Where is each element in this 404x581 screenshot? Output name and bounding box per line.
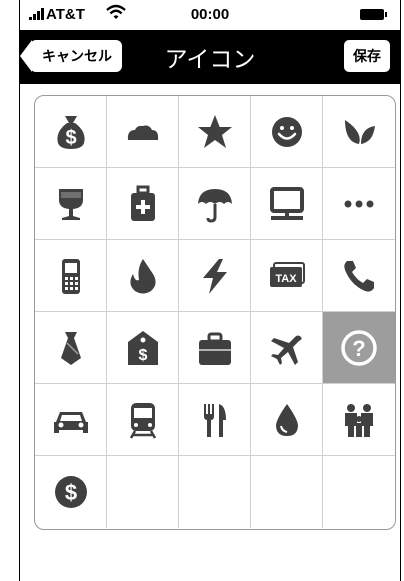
svg-text:$: $: [64, 480, 76, 505]
icon-cell[interactable]: [107, 96, 179, 168]
money-bag-icon: $: [56, 115, 85, 149]
icon-cell[interactable]: [35, 168, 107, 240]
icon-grid: $ TAX $? $: [34, 95, 396, 530]
battery-icon: [360, 9, 387, 20]
airplane-icon: [270, 335, 302, 365]
svg-text:?: ?: [352, 336, 365, 361]
fork-knife-icon: [203, 403, 226, 437]
icon-cell[interactable]: [35, 312, 107, 384]
empty-cell: [251, 456, 323, 528]
icon-cell[interactable]: [107, 384, 179, 456]
icon-cell[interactable]: [179, 168, 251, 240]
wine-glass-icon: [58, 188, 83, 220]
clock: 00:00: [190, 6, 230, 23]
navigation-bar: キャンセル アイコン 保存: [20, 30, 400, 84]
save-button[interactable]: 保存: [344, 40, 390, 72]
car-icon: [53, 411, 88, 433]
page-title: アイコン: [164, 46, 256, 72]
icon-cell[interactable]: [107, 168, 179, 240]
icon-cell[interactable]: [251, 312, 323, 384]
mobile-phone-icon: [61, 258, 80, 294]
icon-cell[interactable]: [179, 384, 251, 456]
lightning-icon: [202, 258, 227, 294]
icon-cell[interactable]: ?: [323, 312, 395, 384]
icon-cell[interactable]: [179, 312, 251, 384]
fire-icon: [129, 258, 156, 293]
first-aid-kit-icon: [130, 185, 155, 221]
empty-cell: [107, 456, 179, 528]
status-bar: AT&T 00:00: [20, 0, 400, 30]
save-label: 保存: [353, 48, 381, 64]
ellipsis-icon: [344, 200, 374, 207]
icon-cell[interactable]: $: [35, 96, 107, 168]
necktie-icon: [60, 331, 81, 365]
leaf-icon: [345, 119, 375, 144]
icon-cell[interactable]: [323, 168, 395, 240]
computer-icon: [269, 186, 304, 220]
train-icon: [129, 402, 156, 439]
icon-cell[interactable]: [251, 168, 323, 240]
icon-cell[interactable]: $: [107, 312, 179, 384]
empty-cell: [323, 456, 395, 528]
tax-ticket-icon: TAX: [269, 261, 305, 287]
icon-cell[interactable]: [179, 96, 251, 168]
icon-cell[interactable]: [323, 384, 395, 456]
smiley-icon: [271, 116, 302, 147]
screen: AT&T 00:00 キャンセル アイコン 保存 $ TAX $? $: [0, 0, 404, 581]
icon-cell[interactable]: [179, 240, 251, 312]
bread-icon: [127, 125, 158, 140]
telephone-icon: [344, 260, 374, 292]
family-icon: [345, 403, 373, 437]
icon-cell[interactable]: [35, 384, 107, 456]
briefcase-icon: [198, 332, 231, 365]
price-tag-icon: $: [127, 330, 158, 365]
svg-text:$: $: [138, 347, 147, 364]
empty-cell: [179, 456, 251, 528]
icon-cell[interactable]: $: [35, 456, 107, 528]
icon-cell[interactable]: [323, 240, 395, 312]
icon-cell[interactable]: [35, 240, 107, 312]
icon-cell[interactable]: [107, 240, 179, 312]
coin-icon: $: [54, 476, 87, 508]
icon-cell[interactable]: [251, 384, 323, 456]
svg-text:TAX: TAX: [275, 273, 297, 285]
icon-cell[interactable]: TAX: [251, 240, 323, 312]
star-icon: [197, 114, 232, 148]
svg-text:$: $: [65, 127, 76, 149]
icon-cell[interactable]: [323, 96, 395, 168]
icon-cell[interactable]: [251, 96, 323, 168]
water-drop-icon: [275, 403, 298, 436]
umbrella-icon: [197, 188, 232, 223]
question-icon: ?: [341, 329, 377, 366]
